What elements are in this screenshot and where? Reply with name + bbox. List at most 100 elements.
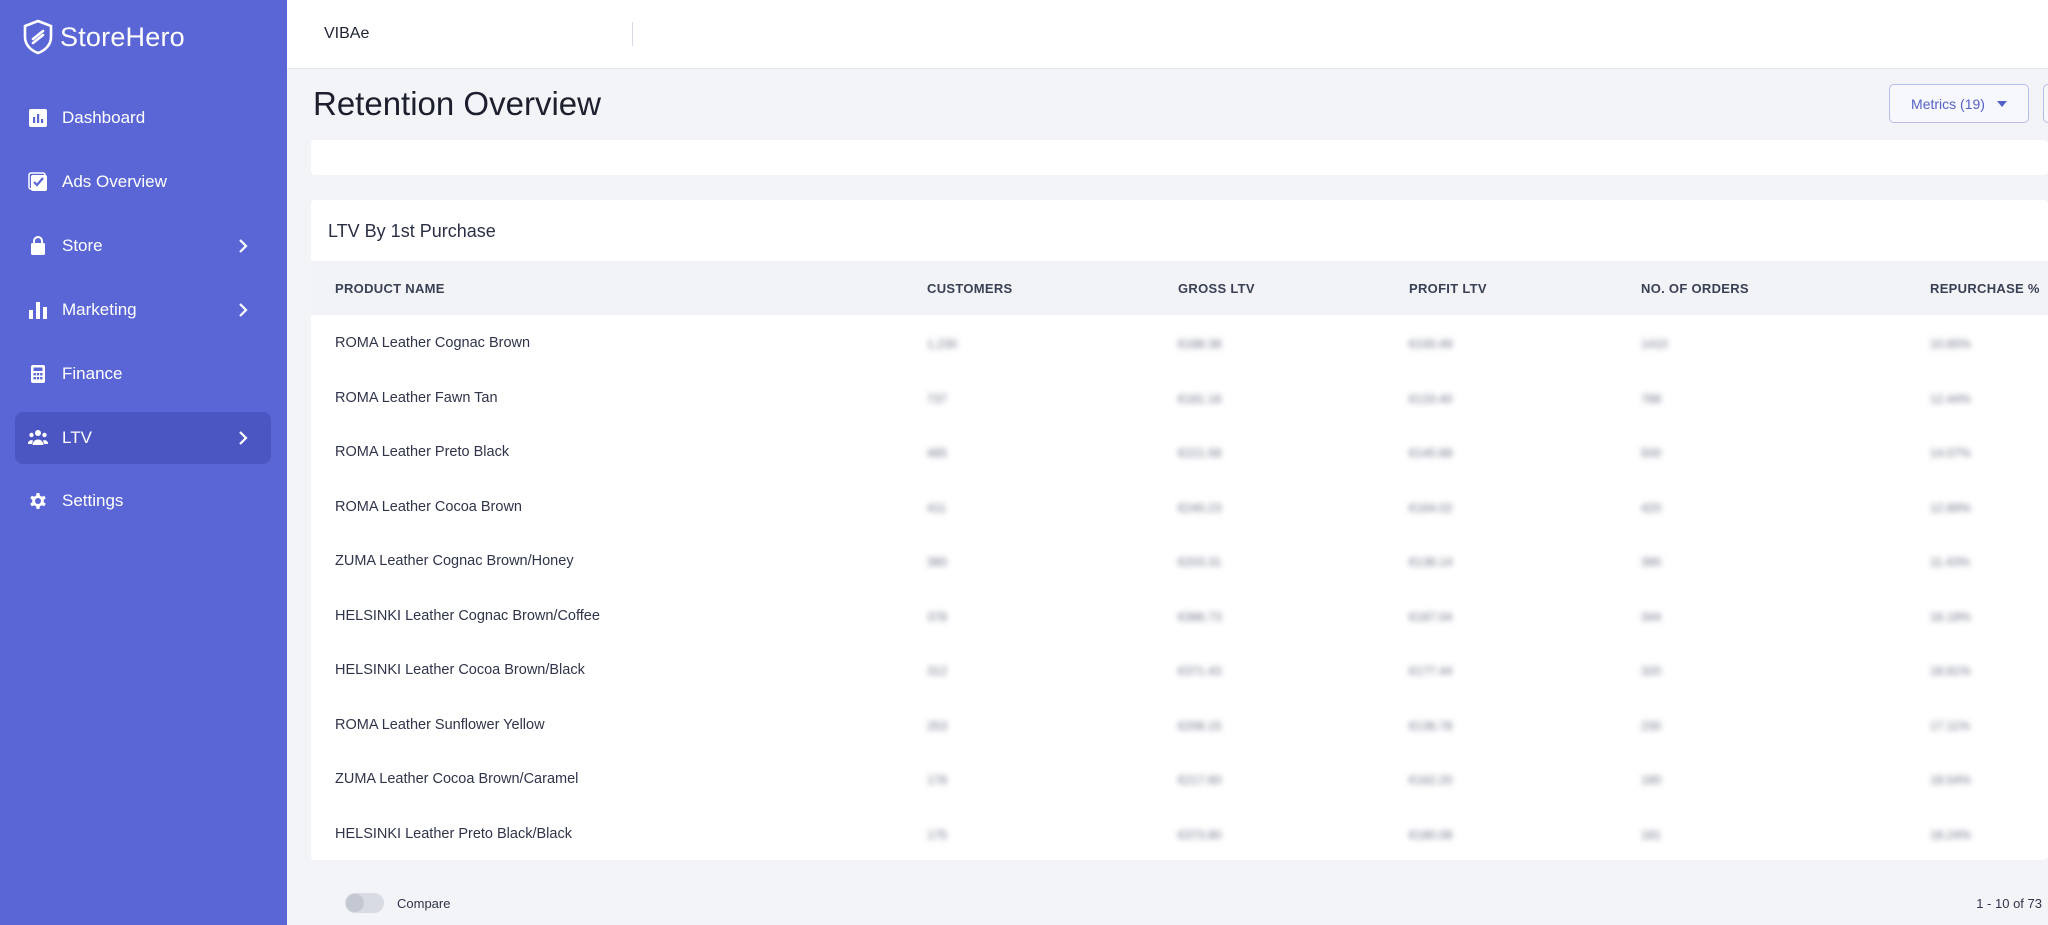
orders-cell: 180 (1641, 773, 1662, 787)
table-row[interactable]: HELSINKI Leather Cocoa Brown/Black 312 €… (311, 642, 2048, 696)
caret-down-icon (1996, 100, 2007, 107)
repurchase-cell: 14.07% (1930, 446, 1971, 460)
page-title: Retention Overview (313, 85, 601, 122)
gross-ltv-cell: €208.15 (1178, 719, 1222, 733)
sidebar-item-dashboard[interactable]: Dashboard (15, 92, 271, 144)
gross-ltv-cell: €217.60 (1178, 773, 1222, 787)
repurchase-cell: 12.89% (1930, 501, 1971, 515)
sidebar-item-ads-overview[interactable]: Ads Overview (15, 156, 271, 208)
metrics-dropdown-button[interactable]: Metrics (19) (1889, 84, 2029, 123)
sidebar-item-label: Settings (62, 491, 124, 510)
sidebar-item-label: Store (62, 236, 103, 255)
card-title: LTV By 1st Purchase (328, 221, 496, 241)
orders-cell: 500 (1641, 446, 1662, 460)
product-name-cell: ROMA Leather Cocoa Brown (335, 499, 522, 515)
summary-card (311, 140, 2048, 175)
gross-ltv-cell: €373.80 (1178, 828, 1222, 842)
orders-cell: 1410 (1641, 337, 1668, 351)
metrics-button-label: Metrics (19) (1911, 95, 1985, 112)
store-selector[interactable]: VIBAe (324, 25, 369, 43)
compare-toggle[interactable] (345, 893, 384, 913)
gross-ltv-cell: €188.38 (1178, 337, 1222, 351)
profit-ltv-cell: €187.04 (1409, 610, 1453, 624)
profit-ltv-cell: €138.14 (1409, 555, 1453, 569)
sidebar-item-ltv[interactable]: LTV (15, 412, 271, 464)
sidebar-item-label: Ads Overview (62, 172, 167, 191)
customers-cell: 380 (927, 555, 948, 569)
table-row[interactable]: HELSINKI Leather Preto Black/Black 175 €… (311, 806, 2048, 860)
sidebar-item-settings[interactable]: Settings (15, 475, 271, 527)
table-row[interactable]: ZUMA Leather Cognac Brown/Honey 380 €203… (311, 533, 2048, 587)
product-name-cell: HELSINKI Leather Cognac Brown/Coffee (335, 608, 600, 624)
column-header-profit-ltv[interactable]: PROFIT LTV (1409, 281, 1487, 296)
gross-ltv-cell: €240.23 (1178, 501, 1222, 515)
overflow-button[interactable] (2043, 84, 2048, 123)
sidebar-item-label: Dashboard (62, 108, 146, 127)
profit-ltv-cell: €136.78 (1409, 719, 1453, 733)
top-bar: VIBAe (287, 0, 2048, 69)
table-row[interactable]: ROMA Leather Fawn Tan 737 €181.16 €133.4… (311, 370, 2048, 424)
shopping-bag-icon (27, 235, 49, 257)
customers-cell: 378 (927, 610, 948, 624)
column-header-gross-ltv[interactable]: GROSS LTV (1178, 281, 1255, 296)
gross-ltv-cell: €386.73 (1178, 610, 1222, 624)
sidebar-item-label: LTV (62, 428, 92, 447)
table-row[interactable]: ROMA Leather Sunflower Yellow 253 €208.1… (311, 697, 2048, 751)
table-row[interactable]: ROMA Leather Cocoa Brown 411 €240.23 €16… (311, 479, 2048, 533)
sidebar-item-label: Marketing (62, 300, 137, 319)
table-row[interactable]: ROMA Leather Cognac Brown 1,230 €188.38 … (311, 315, 2048, 369)
chevron-right-icon (235, 238, 251, 254)
product-name-cell: ZUMA Leather Cognac Brown/Honey (335, 553, 574, 569)
product-name-cell: ROMA Leather Sunflower Yellow (335, 717, 545, 733)
profit-ltv-cell: €140.88 (1409, 446, 1453, 460)
customers-cell: 175 (927, 828, 948, 842)
bar-chart-icon (27, 107, 49, 129)
customers-cell: 737 (927, 392, 948, 406)
product-name-cell: HELSINKI Leather Cocoa Brown/Black (335, 662, 585, 678)
profit-ltv-cell: €177.44 (1409, 664, 1453, 678)
marketing-bars-icon (27, 299, 49, 321)
repurchase-cell: 10.65% (1930, 337, 1971, 351)
table-row[interactable]: ROMA Leather Preto Black 485 €221.58 €14… (311, 424, 2048, 478)
calculator-icon (27, 363, 49, 385)
sidebar-item-label: Finance (62, 364, 123, 383)
sidebar-item-store[interactable]: Store (15, 220, 271, 272)
column-header-no-of-orders[interactable]: NO. OF ORDERS (1641, 281, 1749, 296)
orders-cell: 230 (1641, 719, 1662, 733)
customers-cell: 485 (927, 446, 948, 460)
orders-cell: 788 (1641, 392, 1662, 406)
table-row[interactable]: ZUMA Leather Cocoa Brown/Caramel 178 €21… (311, 751, 2048, 805)
gross-ltv-cell: €203.31 (1178, 555, 1222, 569)
shield-logo-icon (23, 19, 53, 55)
repurchase-cell: 12.44% (1930, 392, 1971, 406)
repurchase-cell: 18.24% (1930, 828, 1971, 842)
brand-logo[interactable]: StoreHero (22, 19, 185, 55)
sidebar: StoreHero Dashboard Ads Overview Store M… (0, 0, 287, 925)
chevron-right-icon (235, 430, 251, 446)
repurchase-cell: 11.43% (1930, 555, 1970, 569)
repurchase-cell: 18.54% (1930, 773, 1971, 787)
column-header-repurchase[interactable]: REPURCHASE % (1930, 281, 2040, 296)
gross-ltv-cell: €181.16 (1178, 392, 1222, 406)
column-header-product-name[interactable]: PRODUCT NAME (335, 281, 445, 296)
column-header-customers[interactable]: CUSTOMERS (927, 281, 1013, 296)
orders-cell: 344 (1641, 610, 1662, 624)
profit-ltv-cell: €164.02 (1409, 501, 1453, 515)
gross-ltv-cell: €371.43 (1178, 664, 1222, 678)
repurchase-cell: 18.81% (1930, 664, 1971, 678)
sidebar-item-finance[interactable]: Finance (15, 348, 271, 400)
sidebar-item-marketing[interactable]: Marketing (15, 284, 271, 336)
orders-cell: 181 (1641, 828, 1662, 842)
divider (632, 22, 633, 46)
product-name-cell: ZUMA Leather Cocoa Brown/Caramel (335, 771, 579, 787)
brand-name: StoreHero (60, 21, 185, 52)
checklist-icon (27, 171, 49, 193)
profit-ltv-cell: €100.49 (1409, 337, 1453, 351)
table-row[interactable]: HELSINKI Leather Cognac Brown/Coffee 378… (311, 588, 2048, 642)
gear-icon (27, 490, 49, 512)
customers-cell: 253 (927, 719, 948, 733)
product-name-cell: ROMA Leather Preto Black (335, 444, 510, 460)
customers-cell: 1,230 (927, 337, 958, 351)
pagination-info: 1 - 10 of 73 (1976, 896, 2042, 911)
product-name-cell: HELSINKI Leather Preto Black/Black (335, 826, 572, 842)
